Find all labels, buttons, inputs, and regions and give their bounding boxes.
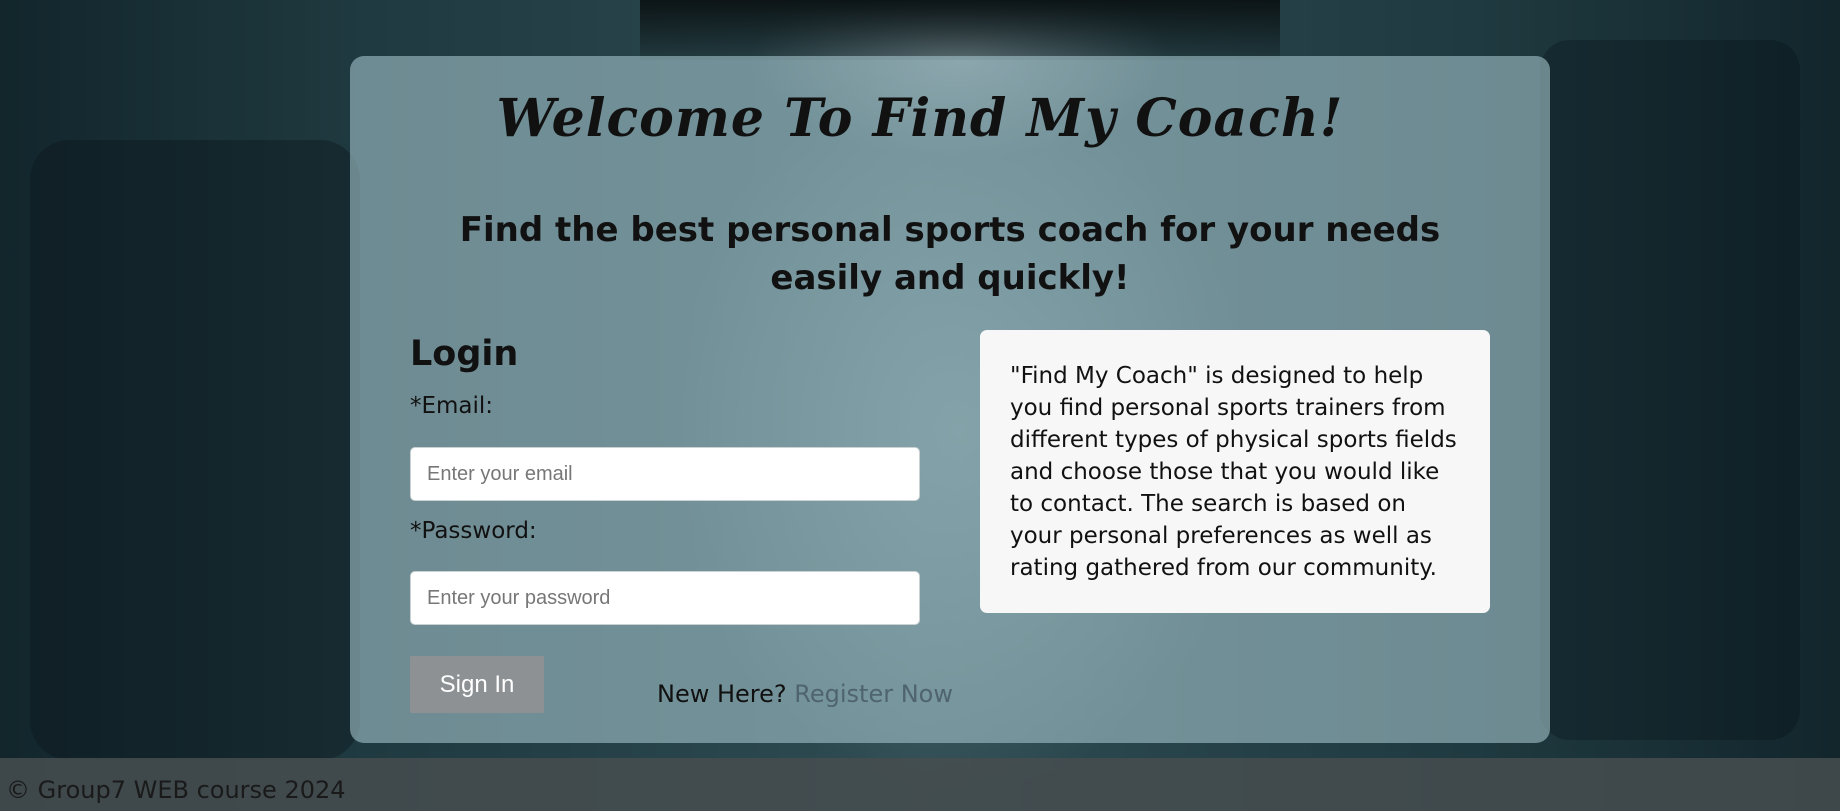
password-label: *Password: (410, 518, 537, 544)
email-field[interactable] (410, 447, 920, 501)
new-here-text: New Here? (657, 680, 787, 708)
register-link[interactable]: Register Now (794, 680, 953, 708)
background-shape (640, 0, 1280, 60)
info-box: "Find My Coach" is designed to help you … (980, 330, 1490, 613)
password-field[interactable] (410, 571, 920, 625)
login-heading: Login (410, 334, 519, 374)
footer-copyright: © Group7 WEB course 2024 (6, 776, 346, 804)
sign-in-button[interactable]: Sign In (410, 656, 544, 713)
page-subtitle: Find the best personal sports coach for … (459, 210, 1441, 298)
register-prompt: New Here? Register Now (657, 680, 953, 708)
email-label: *Email: (410, 393, 494, 419)
page-title: Welcome To Find My Coach! (496, 88, 1344, 149)
background-shape (30, 140, 360, 760)
footer: © Group7 WEB course 2024 (0, 758, 1840, 811)
info-text: "Find My Coach" is designed to help you … (1010, 363, 1457, 581)
